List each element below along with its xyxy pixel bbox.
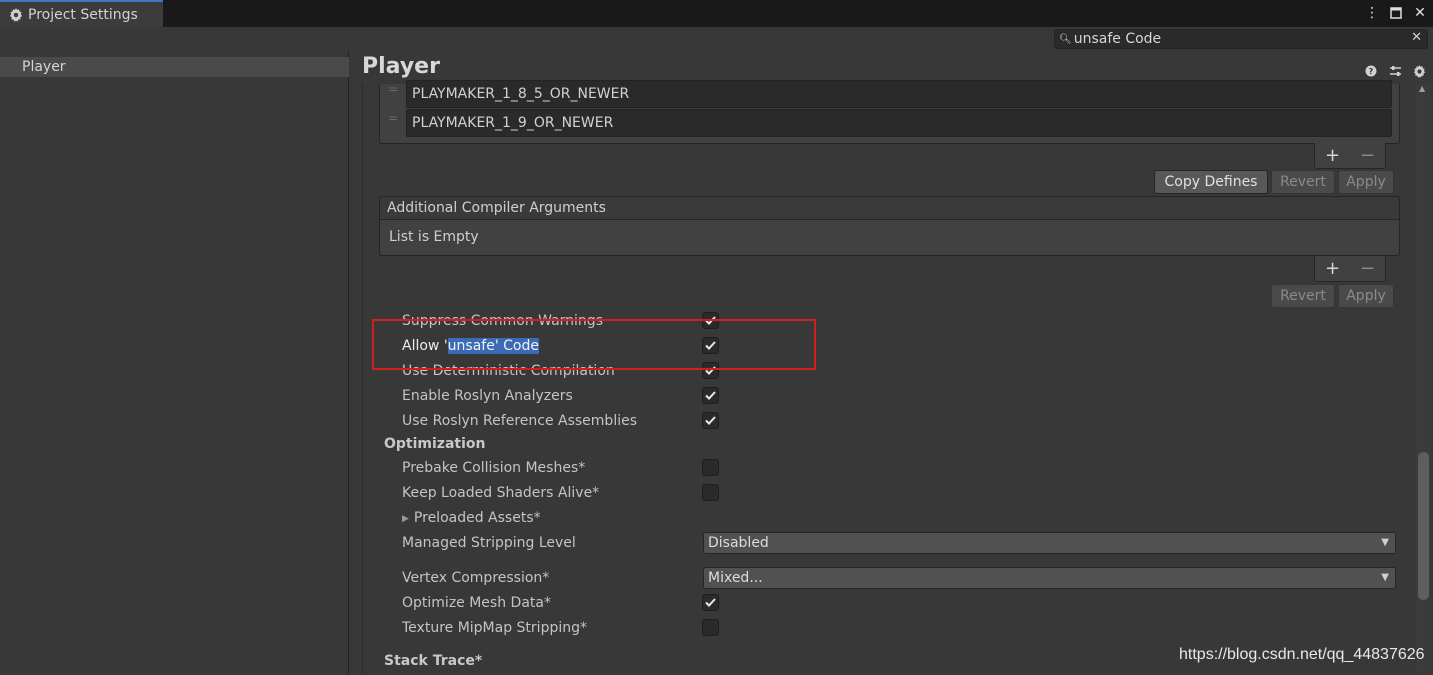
preloaded-assets-text: Preloaded Assets* — [413, 510, 541, 526]
preloaded-assets-row[interactable]: ▶ Preloaded Assets* — [402, 507, 1402, 529]
search-field[interactable]: 🔍︎ unsafe Code ✕ — [1054, 29, 1428, 49]
roslyn-analyzers-row: Enable Roslyn Analyzers — [402, 385, 1402, 407]
search-input[interactable]: unsafe Code — [1074, 31, 1161, 47]
annotation-highlight-box — [372, 319, 816, 370]
tab-bar: Project Settings ⋮ ✕ — [0, 0, 1433, 27]
tab-title: Project Settings — [28, 6, 138, 23]
sidebar-item-label: Player — [22, 59, 66, 75]
apply-button[interactable]: Apply — [1338, 170, 1394, 194]
preset-icon[interactable] — [1387, 63, 1403, 79]
vertex-compression-row: Vertex Compression* Mixed... ▼ — [402, 567, 1402, 589]
keep-shaders-row: Keep Loaded Shaders Alive* — [402, 482, 1402, 504]
mipmap-stripping-row: Texture MipMap Stripping* — [402, 617, 1402, 639]
copy-defines-button[interactable]: Copy Defines — [1154, 170, 1268, 194]
search-icon: 🔍︎ — [1059, 33, 1072, 45]
define-field[interactable]: PLAYMAKER_1_8_5_OR_NEWER — [406, 80, 1392, 108]
scrollbar[interactable]: ▲ — [1416, 84, 1431, 675]
roslyn-assemblies-label: Use Roslyn Reference Assemblies — [402, 413, 637, 429]
dropdown-arrow-icon: ▼ — [1381, 572, 1389, 583]
watermark: https://blog.csdn.net/qq_44837626 — [1179, 646, 1425, 663]
prebake-label: Prebake Collision Meshes* — [402, 460, 586, 476]
scripting-defines-list: = PLAYMAKER_1_8_5_OR_NEWER = PLAYMAKER_1… — [379, 80, 1400, 144]
sidebar: Player — [0, 51, 349, 675]
drag-handle-icon[interactable]: = — [388, 83, 400, 95]
revert-button[interactable]: Revert — [1271, 170, 1335, 194]
prebake-row: Prebake Collision Meshes* — [402, 457, 1402, 479]
close-icon[interactable]: ✕ — [1413, 4, 1427, 22]
mipmap-stripping-label: Texture MipMap Stripping* — [402, 620, 587, 636]
list-item: = PLAYMAKER_1_8_5_OR_NEWER — [384, 80, 1392, 108]
list-item: = PLAYMAKER_1_9_OR_NEWER — [384, 109, 1392, 137]
roslyn-analyzers-label: Enable Roslyn Analyzers — [402, 388, 573, 404]
list-add-remove: + − — [1314, 256, 1386, 282]
scroll-up-arrow-icon[interactable]: ▲ — [1419, 84, 1425, 93]
help-icon[interactable]: ? — [1363, 63, 1379, 79]
remove-icon[interactable]: − — [1360, 258, 1375, 279]
optimize-mesh-checkbox[interactable] — [702, 594, 719, 611]
keep-shaders-label: Keep Loaded Shaders Alive* — [402, 485, 600, 501]
vertex-compression-label: Vertex Compression* — [402, 570, 550, 586]
stripping-label: Managed Stripping Level — [402, 535, 576, 551]
list-add-remove: + − — [1314, 143, 1386, 169]
checkmark-icon — [705, 595, 716, 611]
keep-shaders-checkbox[interactable] — [702, 484, 719, 501]
add-icon[interactable]: + — [1325, 258, 1340, 279]
remove-icon[interactable]: − — [1360, 145, 1375, 166]
page-title: Player — [362, 54, 440, 79]
more-options-icon[interactable]: ⋮ — [1365, 4, 1379, 22]
checkmark-icon — [705, 388, 716, 404]
optimize-mesh-row: Optimize Mesh Data* — [402, 592, 1402, 614]
optimization-header: Optimization — [384, 436, 486, 452]
roslyn-assemblies-checkbox[interactable] — [702, 412, 719, 429]
roslyn-assemblies-row: Use Roslyn Reference Assemblies — [402, 410, 1402, 432]
roslyn-analyzers-checkbox[interactable] — [702, 387, 719, 404]
prebake-checkbox[interactable] — [702, 459, 719, 476]
preloaded-assets-label: ▶ Preloaded Assets* — [402, 507, 541, 531]
compiler-args-header: Additional Compiler Arguments — [379, 196, 1400, 220]
drag-handle-icon[interactable]: = — [388, 112, 400, 124]
mipmap-stripping-checkbox[interactable] — [702, 619, 719, 636]
revert-button[interactable]: Revert — [1271, 284, 1335, 308]
maximize-icon[interactable] — [1389, 4, 1403, 22]
stripping-dropdown[interactable]: Disabled ▼ — [703, 532, 1396, 554]
define-field[interactable]: PLAYMAKER_1_9_OR_NEWER — [406, 109, 1392, 137]
sidebar-item-player[interactable]: Player — [0, 57, 349, 77]
settings-gear-icon — [8, 7, 24, 23]
tab-project-settings[interactable]: Project Settings — [0, 0, 163, 27]
svg-text:?: ? — [1369, 67, 1374, 76]
foldout-arrow-icon[interactable]: ▶ — [402, 514, 409, 524]
compiler-args-empty: List is Empty — [379, 220, 1400, 256]
scrollbar-thumb[interactable] — [1418, 452, 1429, 600]
clear-icon[interactable]: ✕ — [1411, 30, 1422, 45]
vertex-compression-value: Mixed... — [708, 570, 763, 586]
apply-button[interactable]: Apply — [1338, 284, 1394, 308]
vertex-compression-dropdown[interactable]: Mixed... ▼ — [703, 567, 1396, 589]
optimize-mesh-label: Optimize Mesh Data* — [402, 595, 551, 611]
checkmark-icon — [705, 413, 716, 429]
stripping-row: Managed Stripping Level Disabled ▼ — [402, 532, 1402, 554]
stripping-value: Disabled — [708, 535, 769, 551]
stack-trace-header: Stack Trace* — [384, 653, 483, 669]
dropdown-arrow-icon: ▼ — [1381, 537, 1389, 548]
player-settings-content: = PLAYMAKER_1_8_5_OR_NEWER = PLAYMAKER_1… — [362, 80, 1408, 675]
settings-icon[interactable] — [1411, 63, 1427, 79]
add-icon[interactable]: + — [1325, 145, 1340, 166]
toolbar: 🔍︎ unsafe Code ✕ — [0, 27, 1433, 51]
